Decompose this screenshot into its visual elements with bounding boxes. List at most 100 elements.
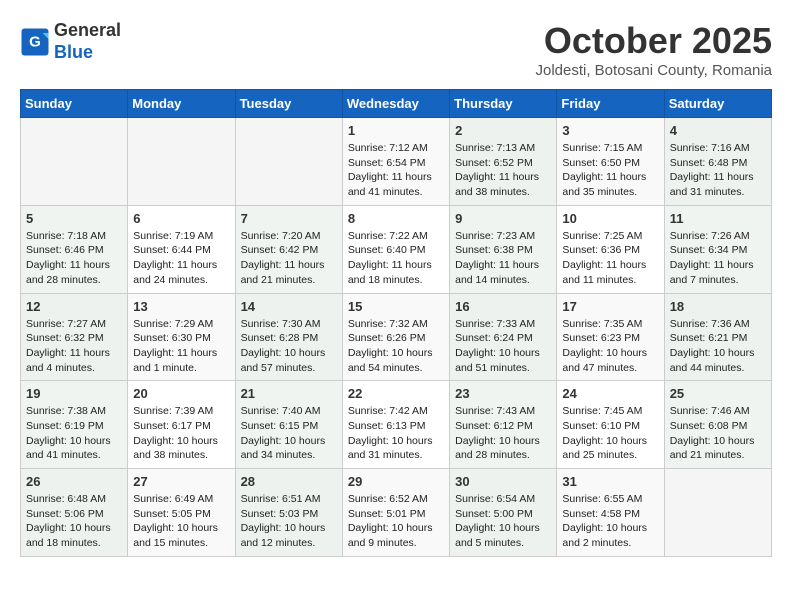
day-info: Sunrise: 6:49 AM Sunset: 5:05 PM Dayligh… bbox=[133, 492, 229, 551]
calendar-cell: 18Sunrise: 7:36 AM Sunset: 6:21 PM Dayli… bbox=[664, 293, 771, 381]
calendar-cell: 27 Sunrise: 6:49 AM Sunset: 5:05 PM Dayli… bbox=[128, 469, 235, 557]
day-number: 28 bbox=[241, 474, 337, 489]
day-number: 21 bbox=[241, 386, 337, 401]
day-number: 27 bbox=[133, 474, 229, 489]
week-row-3: 12 Sunrise: 7:27 AM Sunset: 6:32 PM Dayli… bbox=[21, 293, 772, 381]
calendar-cell: 16Sunrise: 7:33 AM Sunset: 6:24 PM Dayli… bbox=[450, 293, 557, 381]
day-number: 31 bbox=[562, 474, 658, 489]
calendar-cell: 13 Sunrise: 7:29 AM Sunset: 6:30 PM Dayli… bbox=[128, 293, 235, 381]
day-number: 8 bbox=[348, 211, 444, 226]
day-number: 13 bbox=[133, 299, 229, 314]
weekday-header-thursday: Thursday bbox=[450, 90, 557, 118]
day-number: 22 bbox=[348, 386, 444, 401]
calendar-cell bbox=[235, 118, 342, 206]
logo-icon: G bbox=[20, 27, 50, 57]
day-number: 23 bbox=[455, 386, 551, 401]
day-info: Sunrise: 6:48 AM Sunset: 5:06 PM Dayligh… bbox=[26, 492, 122, 551]
day-info: Sunrise: 7:29 AM Sunset: 6:30 PM Dayligh… bbox=[133, 317, 229, 376]
day-info: Sunrise: 7:30 AM Sunset: 6:28 PM Dayligh… bbox=[241, 317, 337, 376]
day-info: Sunrise: 7:25 AM Sunset: 6:36 PM Dayligh… bbox=[562, 229, 658, 288]
day-number: 7 bbox=[241, 211, 337, 226]
calendar-table: SundayMondayTuesdayWednesdayThursdayFrid… bbox=[20, 89, 772, 557]
day-info: Sunrise: 7:18 AM Sunset: 6:46 PM Dayligh… bbox=[26, 229, 122, 288]
calendar-cell: 22Sunrise: 7:42 AM Sunset: 6:13 PM Dayli… bbox=[342, 381, 449, 469]
calendar-cell: 29 Sunrise: 6:52 AM Sunset: 5:01 PM Dayli… bbox=[342, 469, 449, 557]
day-info: Sunrise: 6:55 AM Sunset: 4:58 PM Dayligh… bbox=[562, 492, 658, 551]
logo-text: General Blue bbox=[54, 20, 121, 63]
calendar-cell: 5Sunrise: 7:18 AM Sunset: 6:46 PM Daylig… bbox=[21, 205, 128, 293]
day-info: Sunrise: 6:52 AM Sunset: 5:01 PM Dayligh… bbox=[348, 492, 444, 551]
week-row-2: 5Sunrise: 7:18 AM Sunset: 6:46 PM Daylig… bbox=[21, 205, 772, 293]
weekday-header-tuesday: Tuesday bbox=[235, 90, 342, 118]
day-number: 19 bbox=[26, 386, 122, 401]
calendar-cell: 12 Sunrise: 7:27 AM Sunset: 6:32 PM Dayli… bbox=[21, 293, 128, 381]
day-number: 3 bbox=[562, 123, 658, 138]
week-row-4: 19 Sunrise: 7:38 AM Sunset: 6:19 PM Dayli… bbox=[21, 381, 772, 469]
day-number: 12 bbox=[26, 299, 122, 314]
calendar-cell: 7 Sunrise: 7:20 AM Sunset: 6:42 PM Daylig… bbox=[235, 205, 342, 293]
day-info: Sunrise: 7:32 AM Sunset: 6:26 PM Dayligh… bbox=[348, 317, 444, 376]
day-info: Sunrise: 7:15 AM Sunset: 6:50 PM Dayligh… bbox=[562, 141, 658, 200]
day-info: Sunrise: 7:43 AM Sunset: 6:12 PM Dayligh… bbox=[455, 404, 551, 463]
calendar-cell: 24 Sunrise: 7:45 AM Sunset: 6:10 PM Dayli… bbox=[557, 381, 664, 469]
day-number: 24 bbox=[562, 386, 658, 401]
calendar-cell bbox=[21, 118, 128, 206]
calendar-cell: 17 Sunrise: 7:35 AM Sunset: 6:23 PM Dayli… bbox=[557, 293, 664, 381]
week-row-1: 1 Sunrise: 7:12 AM Sunset: 6:54 PM Daylig… bbox=[21, 118, 772, 206]
day-info: Sunrise: 7:38 AM Sunset: 6:19 PM Dayligh… bbox=[26, 404, 122, 463]
day-number: 20 bbox=[133, 386, 229, 401]
calendar-cell: 21 Sunrise: 7:40 AM Sunset: 6:15 PM Dayli… bbox=[235, 381, 342, 469]
calendar-cell: 11 Sunrise: 7:26 AM Sunset: 6:34 PM Dayli… bbox=[664, 205, 771, 293]
page-header: G General Blue October 2025 Joldesti, Bo… bbox=[20, 20, 772, 79]
calendar-cell: 9Sunrise: 7:23 AM Sunset: 6:38 PM Daylig… bbox=[450, 205, 557, 293]
day-number: 15 bbox=[348, 299, 444, 314]
calendar-cell: 8 Sunrise: 7:22 AM Sunset: 6:40 PM Daylig… bbox=[342, 205, 449, 293]
month-title: October 2025 bbox=[535, 20, 772, 62]
day-number: 6 bbox=[133, 211, 229, 226]
day-number: 11 bbox=[670, 211, 766, 226]
calendar-cell: 26 Sunrise: 6:48 AM Sunset: 5:06 PM Dayli… bbox=[21, 469, 128, 557]
day-info: Sunrise: 7:40 AM Sunset: 6:15 PM Dayligh… bbox=[241, 404, 337, 463]
day-info: Sunrise: 7:16 AM Sunset: 6:48 PM Dayligh… bbox=[670, 141, 766, 200]
logo: G General Blue bbox=[20, 20, 121, 63]
day-number: 30 bbox=[455, 474, 551, 489]
day-info: Sunrise: 6:54 AM Sunset: 5:00 PM Dayligh… bbox=[455, 492, 551, 551]
day-info: Sunrise: 7:46 AM Sunset: 6:08 PM Dayligh… bbox=[670, 404, 766, 463]
weekday-header-monday: Monday bbox=[128, 90, 235, 118]
location: Joldesti, Botosani County, Romania bbox=[535, 62, 772, 79]
day-info: Sunrise: 7:26 AM Sunset: 6:34 PM Dayligh… bbox=[670, 229, 766, 288]
day-info: Sunrise: 7:35 AM Sunset: 6:23 PM Dayligh… bbox=[562, 317, 658, 376]
week-row-5: 26 Sunrise: 6:48 AM Sunset: 5:06 PM Dayli… bbox=[21, 469, 772, 557]
weekday-header-row: SundayMondayTuesdayWednesdayThursdayFrid… bbox=[21, 90, 772, 118]
day-info: Sunrise: 7:22 AM Sunset: 6:40 PM Dayligh… bbox=[348, 229, 444, 288]
day-number: 29 bbox=[348, 474, 444, 489]
calendar-cell: 6Sunrise: 7:19 AM Sunset: 6:44 PM Daylig… bbox=[128, 205, 235, 293]
calendar-cell: 19 Sunrise: 7:38 AM Sunset: 6:19 PM Dayli… bbox=[21, 381, 128, 469]
calendar-cell: 1 Sunrise: 7:12 AM Sunset: 6:54 PM Daylig… bbox=[342, 118, 449, 206]
day-info: Sunrise: 6:51 AM Sunset: 5:03 PM Dayligh… bbox=[241, 492, 337, 551]
day-info: Sunrise: 7:12 AM Sunset: 6:54 PM Dayligh… bbox=[348, 141, 444, 200]
weekday-header-wednesday: Wednesday bbox=[342, 90, 449, 118]
calendar-cell: 3 Sunrise: 7:15 AM Sunset: 6:50 PM Daylig… bbox=[557, 118, 664, 206]
calendar-cell: 25Sunrise: 7:46 AM Sunset: 6:08 PM Dayli… bbox=[664, 381, 771, 469]
day-number: 17 bbox=[562, 299, 658, 314]
calendar-cell: 4Sunrise: 7:16 AM Sunset: 6:48 PM Daylig… bbox=[664, 118, 771, 206]
day-info: Sunrise: 7:27 AM Sunset: 6:32 PM Dayligh… bbox=[26, 317, 122, 376]
calendar-cell: 31 Sunrise: 6:55 AM Sunset: 4:58 PM Dayli… bbox=[557, 469, 664, 557]
title-block: October 2025 Joldesti, Botosani County, … bbox=[535, 20, 772, 79]
day-number: 1 bbox=[348, 123, 444, 138]
day-info: Sunrise: 7:20 AM Sunset: 6:42 PM Dayligh… bbox=[241, 229, 337, 288]
calendar-cell: 23 Sunrise: 7:43 AM Sunset: 6:12 PM Dayli… bbox=[450, 381, 557, 469]
day-info: Sunrise: 7:45 AM Sunset: 6:10 PM Dayligh… bbox=[562, 404, 658, 463]
calendar-cell: 14Sunrise: 7:30 AM Sunset: 6:28 PM Dayli… bbox=[235, 293, 342, 381]
weekday-header-sunday: Sunday bbox=[21, 90, 128, 118]
day-number: 9 bbox=[455, 211, 551, 226]
day-number: 16 bbox=[455, 299, 551, 314]
calendar-cell bbox=[664, 469, 771, 557]
calendar-cell: 10Sunrise: 7:25 AM Sunset: 6:36 PM Dayli… bbox=[557, 205, 664, 293]
day-info: Sunrise: 7:36 AM Sunset: 6:21 PM Dayligh… bbox=[670, 317, 766, 376]
calendar-cell: 15 Sunrise: 7:32 AM Sunset: 6:26 PM Dayli… bbox=[342, 293, 449, 381]
calendar-cell: 20Sunrise: 7:39 AM Sunset: 6:17 PM Dayli… bbox=[128, 381, 235, 469]
day-number: 26 bbox=[26, 474, 122, 489]
weekday-header-saturday: Saturday bbox=[664, 90, 771, 118]
